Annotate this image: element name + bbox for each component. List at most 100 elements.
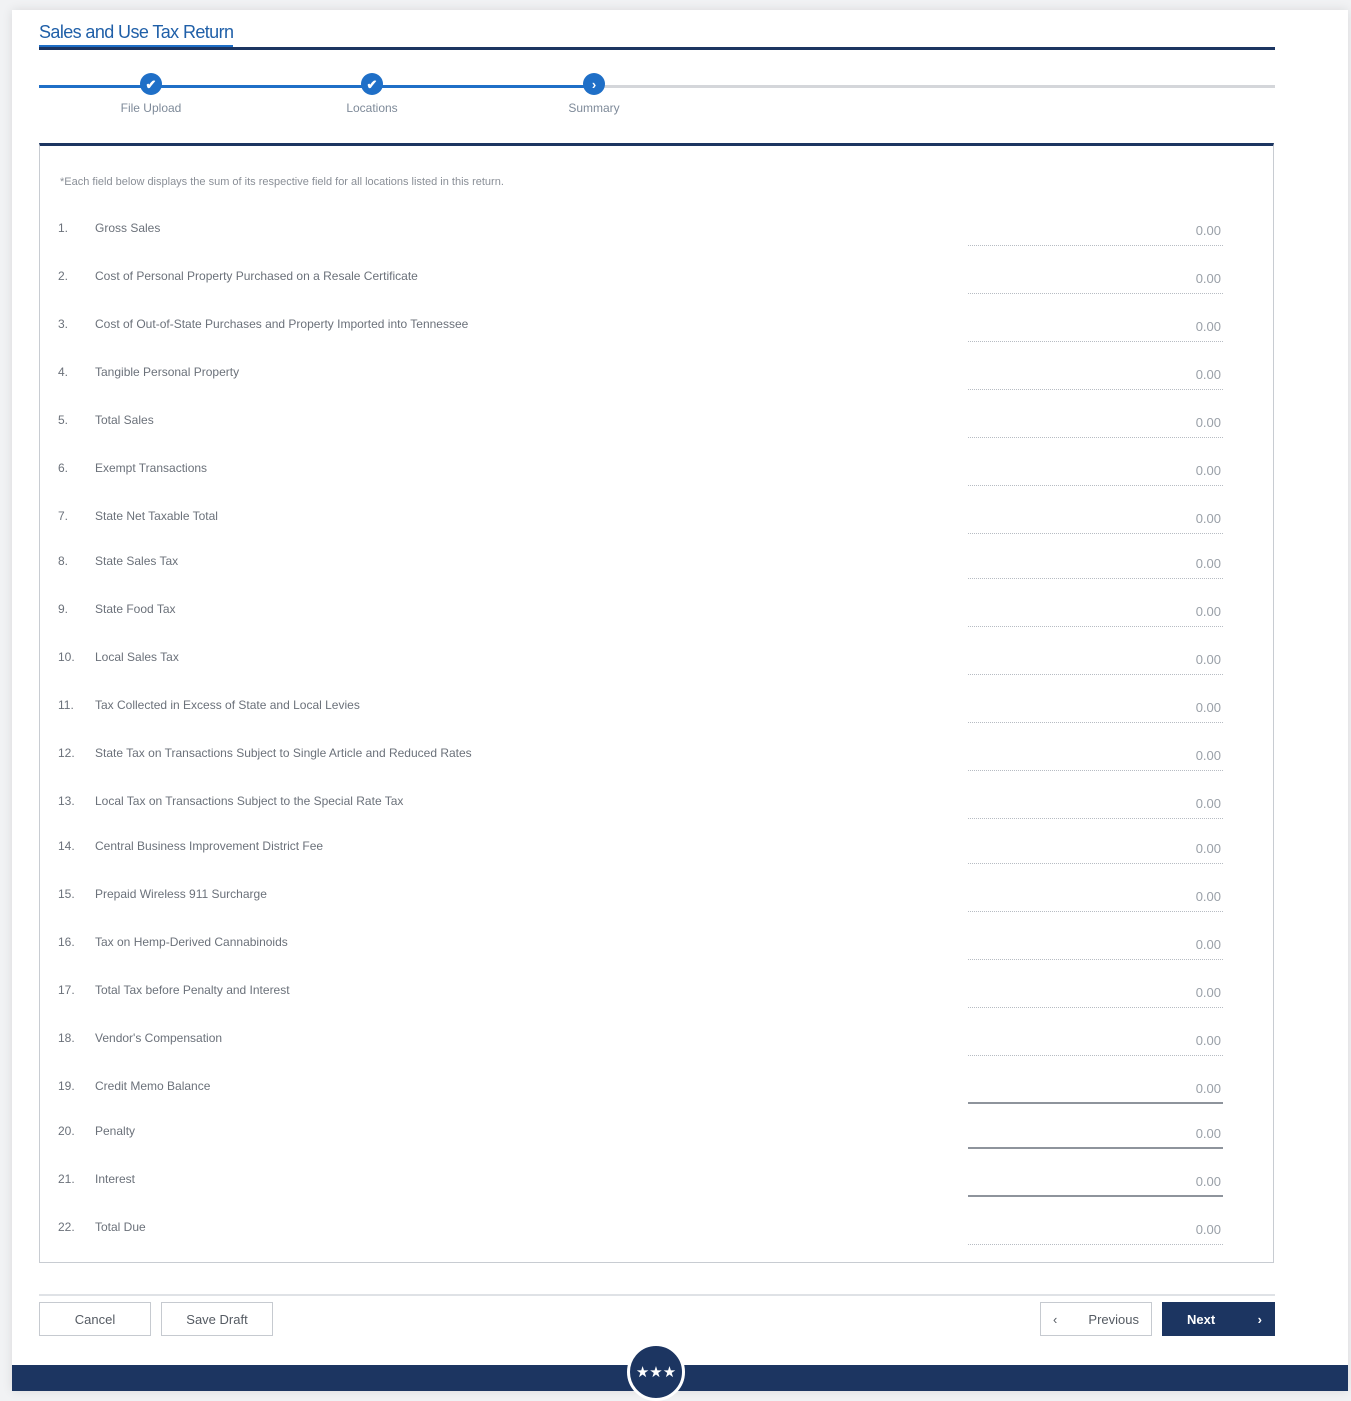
line-label: Exempt Transactions bbox=[95, 461, 208, 475]
stepper-track-remaining bbox=[594, 85, 1275, 88]
step-summary[interactable]: › Summary bbox=[534, 73, 654, 115]
line-value-field[interactable]: 0.00 bbox=[968, 1125, 1223, 1149]
summary-line-row: 1. Gross Sales 0.00 bbox=[40, 216, 1273, 256]
line-number: 19. bbox=[58, 1079, 75, 1093]
summary-line-row: 7. State Net Taxable Total 0.00 bbox=[40, 504, 1273, 544]
previous-button[interactable]: ‹ Previous bbox=[1040, 1302, 1152, 1336]
line-value-field: 0.00 bbox=[968, 318, 1223, 342]
line-value-field: 0.00 bbox=[968, 555, 1223, 579]
line-value-field: 0.00 bbox=[968, 462, 1223, 486]
summary-line-row: 5. Total Sales 0.00 bbox=[40, 408, 1273, 448]
line-value-field: 0.00 bbox=[968, 699, 1223, 723]
summary-line-row: 4. Tangible Personal Property 0.00 bbox=[40, 360, 1273, 400]
line-label: State Sales Tax bbox=[95, 554, 179, 568]
line-number: 20. bbox=[58, 1124, 75, 1138]
summary-line-row: 8. State Sales Tax 0.00 bbox=[40, 549, 1273, 589]
step-label: File Upload bbox=[120, 101, 182, 115]
line-number: 9. bbox=[58, 602, 69, 616]
summary-line-row: 14. Central Business Improvement District… bbox=[40, 834, 1273, 874]
line-label: Vendor's Compensation bbox=[95, 1031, 223, 1045]
line-number: 10. bbox=[58, 650, 75, 664]
next-button[interactable]: Next › bbox=[1162, 1302, 1275, 1336]
line-value-field: 0.00 bbox=[968, 1032, 1223, 1056]
chevron-right-icon: › bbox=[1257, 1311, 1262, 1327]
summary-line-row: 20. Penalty 0.00 bbox=[40, 1119, 1273, 1159]
summary-line-row: 11. Tax Collected in Excess of State and … bbox=[40, 693, 1273, 733]
state-seal-icon: ★★★ bbox=[627, 1343, 685, 1401]
line-label: Central Business Improvement District Fe… bbox=[95, 839, 324, 853]
summary-line-row: 9. State Food Tax 0.00 bbox=[40, 597, 1273, 637]
summary-line-row: 18. Vendor's Compensation 0.00 bbox=[40, 1026, 1273, 1066]
line-value-field: 0.00 bbox=[968, 1221, 1223, 1245]
line-number: 8. bbox=[58, 554, 69, 568]
line-number: 5. bbox=[58, 413, 69, 427]
line-label: State Tax on Transactions Subject to Sin… bbox=[95, 746, 472, 760]
line-label: Total Sales bbox=[95, 413, 154, 427]
summary-line-row: 15. Prepaid Wireless 911 Surcharge 0.00 bbox=[40, 882, 1273, 922]
line-label: Prepaid Wireless 911 Surcharge bbox=[95, 887, 267, 901]
line-label: Total Tax before Penalty and Interest bbox=[95, 983, 290, 997]
line-label: Local Sales Tax bbox=[95, 650, 179, 664]
line-label: Cost of Personal Property Purchased on a… bbox=[95, 269, 418, 283]
line-label: Tangible Personal Property bbox=[95, 365, 240, 379]
line-value-field: 0.00 bbox=[968, 936, 1223, 960]
tax-return-page: Sales and Use Tax Return ✔ File Upload ✔… bbox=[12, 10, 1348, 1401]
line-label: Credit Memo Balance bbox=[95, 1079, 211, 1093]
line-value-field: 0.00 bbox=[968, 603, 1223, 627]
cancel-button[interactable]: Cancel bbox=[39, 1302, 151, 1336]
line-label: State Food Tax bbox=[95, 602, 176, 616]
line-number: 14. bbox=[58, 839, 75, 853]
summary-line-row: 12. State Tax on Transactions Subject to … bbox=[40, 741, 1273, 781]
line-label: Penalty bbox=[95, 1124, 136, 1138]
line-label: Tax on Hemp-Derived Cannabinoids bbox=[95, 935, 288, 949]
step-label: Summary bbox=[568, 101, 620, 115]
check-icon: ✔ bbox=[140, 73, 162, 95]
line-label: Interest bbox=[95, 1172, 136, 1186]
footer-divider bbox=[39, 1294, 1275, 1296]
line-value-field: 0.00 bbox=[968, 840, 1223, 864]
line-number: 16. bbox=[58, 935, 75, 949]
line-value-field: 0.00 bbox=[968, 747, 1223, 771]
summary-line-row: 17. Total Tax before Penalty and Interest… bbox=[40, 978, 1273, 1018]
line-label: Tax Collected in Excess of State and Loc… bbox=[95, 698, 360, 712]
check-icon: ✔ bbox=[361, 73, 383, 95]
line-label: Gross Sales bbox=[95, 221, 161, 235]
line-value-field[interactable]: 0.00 bbox=[968, 1173, 1223, 1197]
chevron-right-icon: › bbox=[583, 73, 605, 95]
line-value-field[interactable]: 0.00 bbox=[968, 1080, 1223, 1104]
step-locations[interactable]: ✔ Locations bbox=[312, 73, 432, 115]
line-value-field: 0.00 bbox=[968, 984, 1223, 1008]
summary-line-row: 2. Cost of Personal Property Purchased on… bbox=[40, 264, 1273, 304]
next-label: Next bbox=[1187, 1311, 1216, 1327]
title-divider bbox=[39, 47, 1275, 50]
line-number: 4. bbox=[58, 365, 69, 379]
line-number: 6. bbox=[58, 461, 69, 475]
line-label: Cost of Out-of-State Purchases and Prope… bbox=[95, 317, 469, 331]
summary-line-row: 13. Local Tax on Transactions Subject to … bbox=[40, 789, 1273, 829]
summary-line-row: 19. Credit Memo Balance 0.00 bbox=[40, 1074, 1273, 1114]
step-file-upload[interactable]: ✔ File Upload bbox=[91, 73, 211, 115]
previous-label: Previous bbox=[1088, 1311, 1139, 1327]
line-value-field: 0.00 bbox=[968, 270, 1223, 294]
summary-line-row: 10. Local Sales Tax 0.00 bbox=[40, 645, 1273, 685]
summary-line-row: 22. Total Due 0.00 bbox=[40, 1215, 1273, 1255]
line-number: 7. bbox=[58, 509, 69, 523]
line-number: 15. bbox=[58, 887, 75, 901]
save-draft-button[interactable]: Save Draft bbox=[161, 1302, 273, 1336]
page-title: Sales and Use Tax Return bbox=[39, 22, 234, 49]
line-label: Local Tax on Transactions Subject to the… bbox=[95, 794, 404, 808]
line-value-field: 0.00 bbox=[968, 414, 1223, 438]
line-value-field: 0.00 bbox=[968, 366, 1223, 390]
summary-line-row: 6. Exempt Transactions 0.00 bbox=[40, 456, 1273, 496]
summary-note: *Each field below displays the sum of it… bbox=[60, 176, 504, 188]
summary-card: *Each field below displays the sum of it… bbox=[39, 143, 1274, 1263]
line-number: 1. bbox=[58, 221, 69, 235]
line-label: Total Due bbox=[95, 1220, 146, 1234]
summary-line-row: 16. Tax on Hemp-Derived Cannabinoids 0.00 bbox=[40, 930, 1273, 970]
line-number: 21. bbox=[58, 1172, 75, 1186]
line-value-field: 0.00 bbox=[968, 510, 1223, 534]
summary-line-row: 3. Cost of Out-of-State Purchases and Pro… bbox=[40, 312, 1273, 352]
line-label: State Net Taxable Total bbox=[95, 509, 218, 523]
progress-stepper: ✔ File Upload ✔ Locations › Summary bbox=[39, 70, 1275, 130]
line-value-field: 0.00 bbox=[968, 651, 1223, 675]
